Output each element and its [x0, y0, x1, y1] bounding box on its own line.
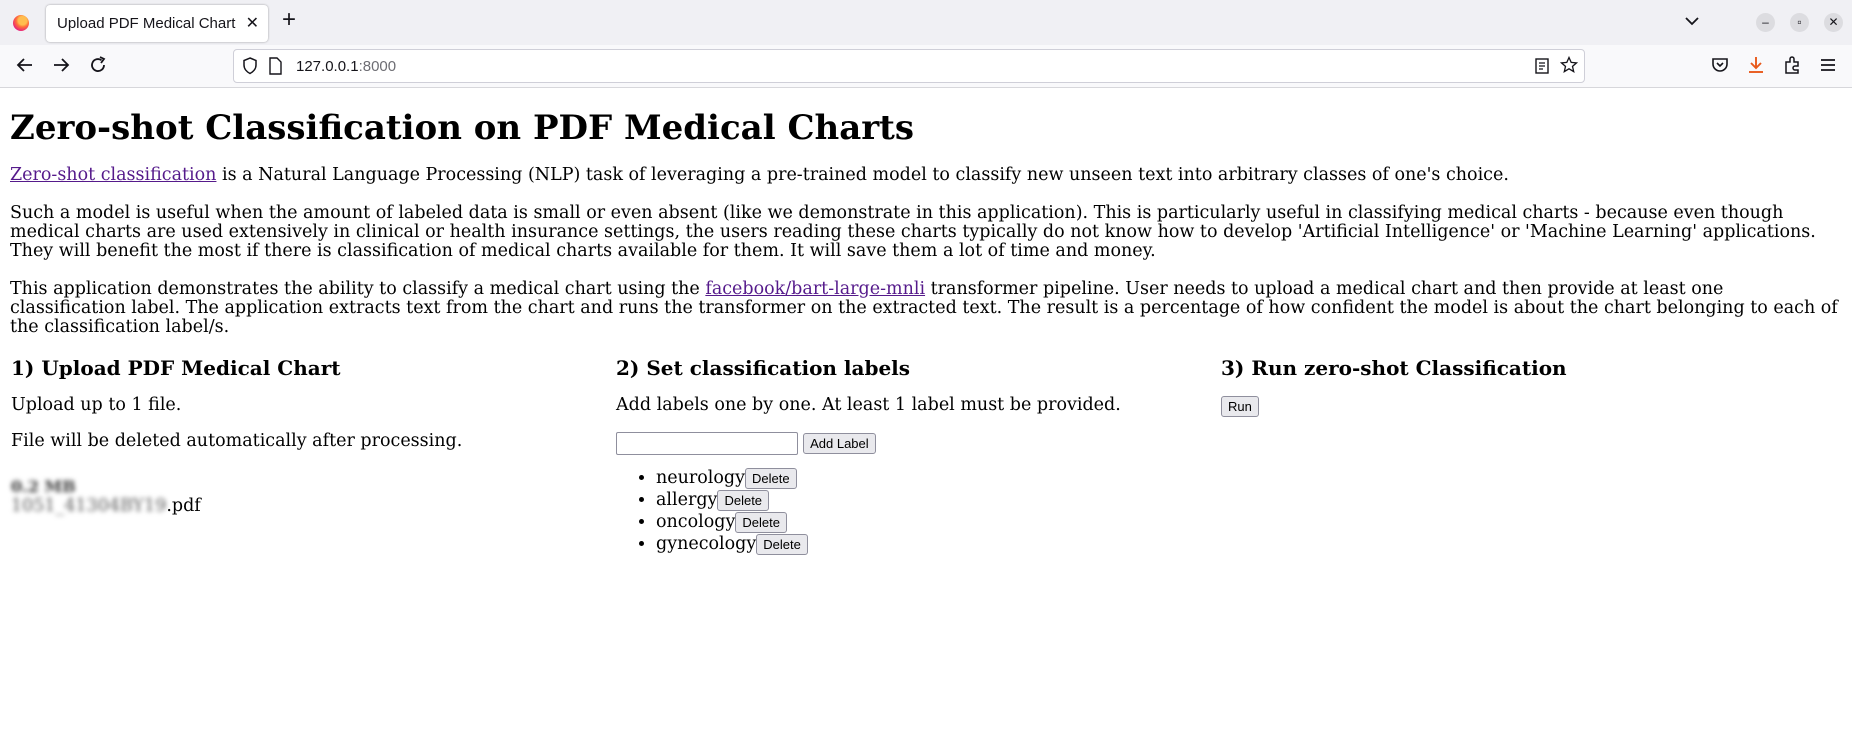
- upload-heading: 1) Upload PDF Medical Chart: [11, 356, 341, 380]
- close-window-icon[interactable]: ✕: [1824, 13, 1843, 32]
- browser-tab-active[interactable]: Upload PDF Medical Chart ✕: [46, 5, 268, 42]
- label-list-item: neurologyDelete: [656, 467, 1176, 489]
- tab-close-icon[interactable]: ✕: [246, 13, 259, 33]
- bookmark-star-icon[interactable]: [1560, 56, 1578, 74]
- restore-window-icon[interactable]: ▫: [1790, 13, 1809, 32]
- extensions-icon[interactable]: [1781, 54, 1803, 76]
- upload-section: 1) Upload PDF Medical Chart Upload up to…: [11, 356, 571, 516]
- back-arrow-icon[interactable]: [14, 54, 36, 76]
- shield-icon[interactable]: [242, 57, 258, 75]
- run-button[interactable]: Run: [1221, 396, 1259, 417]
- application-text-pre: This application demonstrates the abilit…: [10, 279, 706, 299]
- intro-paragraph: Zero-shot classification is a Natural La…: [10, 166, 1842, 185]
- hamburger-menu-icon[interactable]: [1817, 54, 1839, 76]
- label-text: gynecology: [656, 534, 757, 554]
- uploaded-file: 0.2 MB 1051_41304BY19.pdf: [11, 477, 571, 516]
- tab-title: Upload PDF Medical Chart: [57, 15, 236, 32]
- delete-label-button[interactable]: Delete: [735, 512, 787, 533]
- firefox-logo-icon: [13, 15, 29, 31]
- url-bar[interactable]: 127.0.0.1:8000: [233, 49, 1585, 83]
- label-entry-row: Add Label: [616, 432, 1176, 455]
- file-name: 1051_41304BY19.pdf: [11, 496, 571, 516]
- label-text: oncology: [656, 512, 736, 532]
- url-text: 127.0.0.1:8000: [296, 58, 396, 75]
- zero-shot-classification-link[interactable]: Zero-shot classification: [10, 165, 216, 185]
- downloads-icon[interactable]: [1745, 54, 1767, 76]
- label-text: allergy: [656, 490, 718, 510]
- page-title: Zero-shot Classification on PDF Medical …: [10, 108, 915, 148]
- file-extension: .pdf: [166, 496, 201, 516]
- new-tab-icon[interactable]: +: [282, 8, 296, 32]
- list-all-tabs-chevron-icon[interactable]: [1684, 9, 1700, 35]
- label-list-item: oncologyDelete: [656, 511, 1176, 533]
- page-info-icon[interactable]: [268, 57, 282, 75]
- navigation-toolbar: 127.0.0.1:8000: [0, 45, 1852, 88]
- label-list-item: allergyDelete: [656, 489, 1176, 511]
- delete-label-button[interactable]: Delete: [756, 534, 808, 555]
- file-name-blurred: 1051_41304BY19: [11, 496, 167, 516]
- label-list: neurologyDelete allergyDelete oncologyDe…: [616, 467, 1176, 555]
- application-paragraph: This application demonstrates the abilit…: [10, 280, 1842, 337]
- usefulness-paragraph: Such a model is useful when the amount o…: [10, 203, 1816, 261]
- labels-instruction: Add labels one by one. At least 1 label …: [616, 395, 1121, 415]
- forward-arrow-icon[interactable]: [50, 54, 72, 76]
- url-host: 127.0.0.1: [296, 58, 359, 75]
- run-section: 3) Run zero-shot Classification Run: [1221, 356, 1781, 417]
- intro-text: is a Natural Language Processing (NLP) t…: [216, 165, 1509, 185]
- steps-section: 1) Upload PDF Medical Chart Upload up to…: [10, 356, 1842, 656]
- reload-icon[interactable]: [87, 54, 109, 76]
- file-size: 0.2 MB: [11, 477, 76, 496]
- minimize-window-icon[interactable]: –: [1756, 13, 1775, 32]
- delete-label-button[interactable]: Delete: [745, 468, 797, 489]
- label-input[interactable]: [616, 432, 798, 455]
- label-list-item: gynecologyDelete: [656, 533, 1176, 555]
- label-text: neurology: [656, 468, 746, 488]
- browser-tab-bar: Upload PDF Medical Chart ✕ + – ▫ ✕: [0, 0, 1852, 45]
- upload-limit-text: Upload up to 1 file.: [11, 395, 182, 415]
- run-heading: 3) Run zero-shot Classification: [1221, 356, 1567, 380]
- delete-label-button[interactable]: Delete: [717, 490, 770, 511]
- url-port: :8000: [358, 58, 397, 75]
- bart-large-mnli-link[interactable]: facebook/bart-large-mnli: [705, 279, 925, 299]
- page-content: Zero-shot Classification on PDF Medical …: [10, 88, 1842, 656]
- labels-heading: 2) Set classification labels: [616, 356, 911, 380]
- pocket-icon[interactable]: [1709, 54, 1731, 76]
- reader-view-icon[interactable]: [1534, 57, 1550, 75]
- labels-section: 2) Set classification labels Add labels …: [616, 356, 1176, 555]
- delete-note-text: File will be deleted automatically after…: [11, 431, 463, 451]
- add-label-button[interactable]: Add Label: [803, 433, 876, 454]
